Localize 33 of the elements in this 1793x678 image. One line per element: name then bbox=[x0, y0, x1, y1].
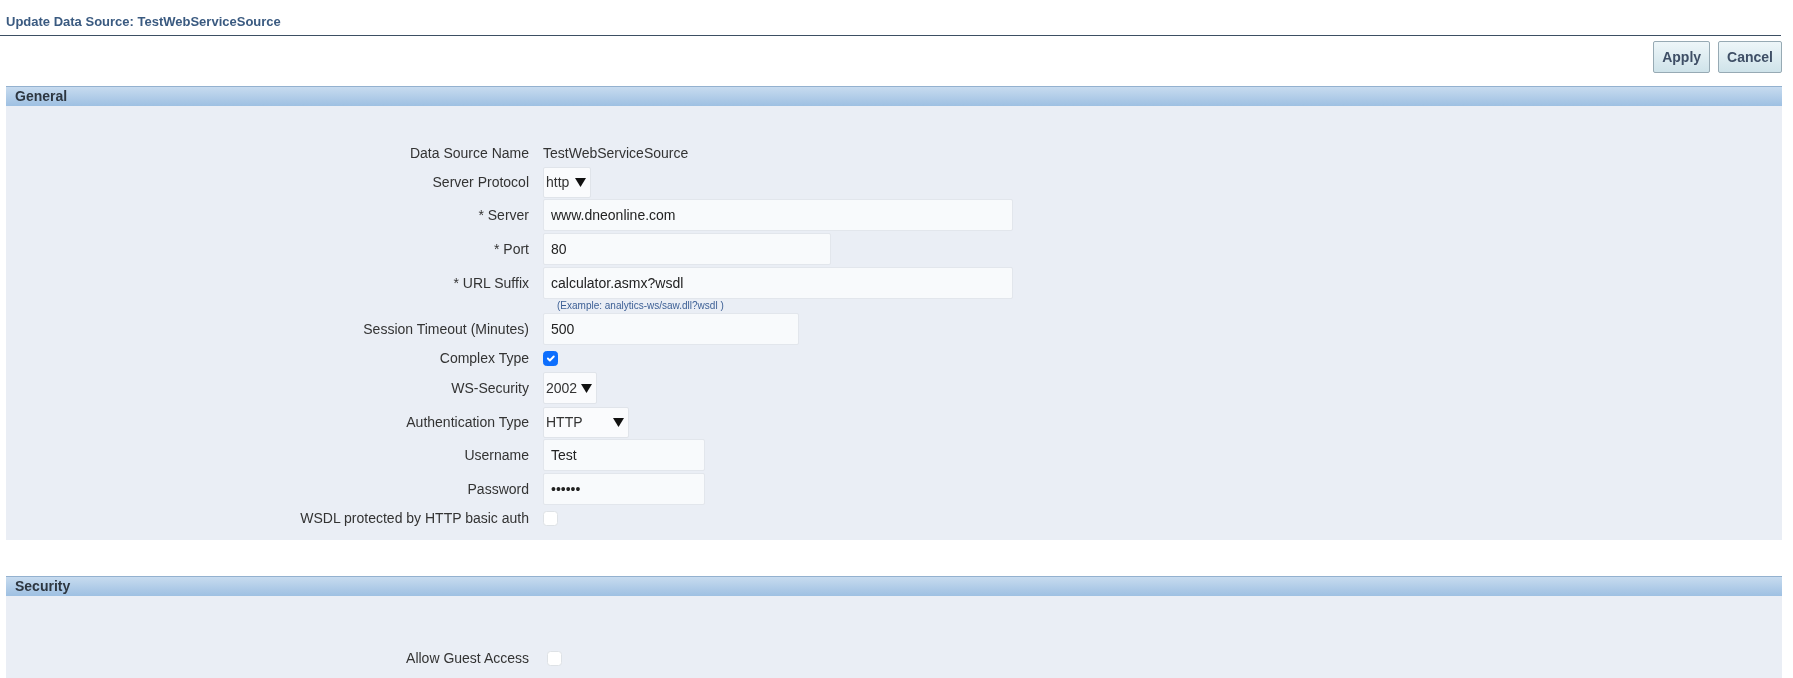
field-label: Username bbox=[463, 445, 530, 465]
field-label: WS-Security bbox=[450, 378, 530, 398]
input-field[interactable]: •••••• bbox=[543, 473, 705, 505]
input-field[interactable]: www.dneonline.com bbox=[543, 199, 1013, 231]
field-label: Session Timeout (Minutes) bbox=[362, 319, 530, 339]
cancel-button[interactable]: Cancel bbox=[1718, 41, 1782, 73]
field-label: * Server bbox=[477, 205, 530, 225]
input-field[interactable]: Test bbox=[543, 439, 705, 471]
page-title: Update Data Source: TestWebServiceSource bbox=[6, 13, 281, 31]
caret-icon bbox=[613, 417, 624, 427]
field-label: * URL Suffix bbox=[452, 273, 530, 293]
field-label: Password bbox=[466, 479, 530, 499]
input-field[interactable]: calculator.asmx?wsdl bbox=[543, 267, 1013, 299]
input-field[interactable]: 80 bbox=[543, 233, 831, 265]
apply-button[interactable]: Apply bbox=[1653, 41, 1711, 73]
caret-icon bbox=[575, 177, 586, 187]
field-label: * Port bbox=[493, 239, 530, 259]
input-field[interactable]: 500 bbox=[543, 313, 799, 345]
checkbox[interactable] bbox=[543, 350, 558, 366]
field-label: Authentication Type bbox=[405, 412, 530, 432]
section-header: Security bbox=[6, 576, 1782, 596]
dropdown[interactable]: 2002 bbox=[543, 372, 597, 404]
field-label: Allow Guest Access bbox=[405, 648, 530, 668]
field-value: TestWebServiceSource bbox=[543, 143, 689, 163]
caret-icon bbox=[581, 383, 592, 393]
section-header: General bbox=[6, 86, 1782, 106]
field-label: Server Protocol bbox=[431, 172, 530, 192]
dropdown[interactable]: HTTP bbox=[543, 406, 629, 438]
field-label: Complex Type bbox=[438, 348, 530, 368]
hint-text: (Example: analytics-ws/saw.dll?wsdl ) bbox=[557, 300, 725, 312]
dropdown[interactable]: http bbox=[543, 166, 591, 198]
field-label: Data Source Name bbox=[408, 143, 530, 163]
field-label: WSDL protected by HTTP basic auth bbox=[299, 508, 530, 528]
